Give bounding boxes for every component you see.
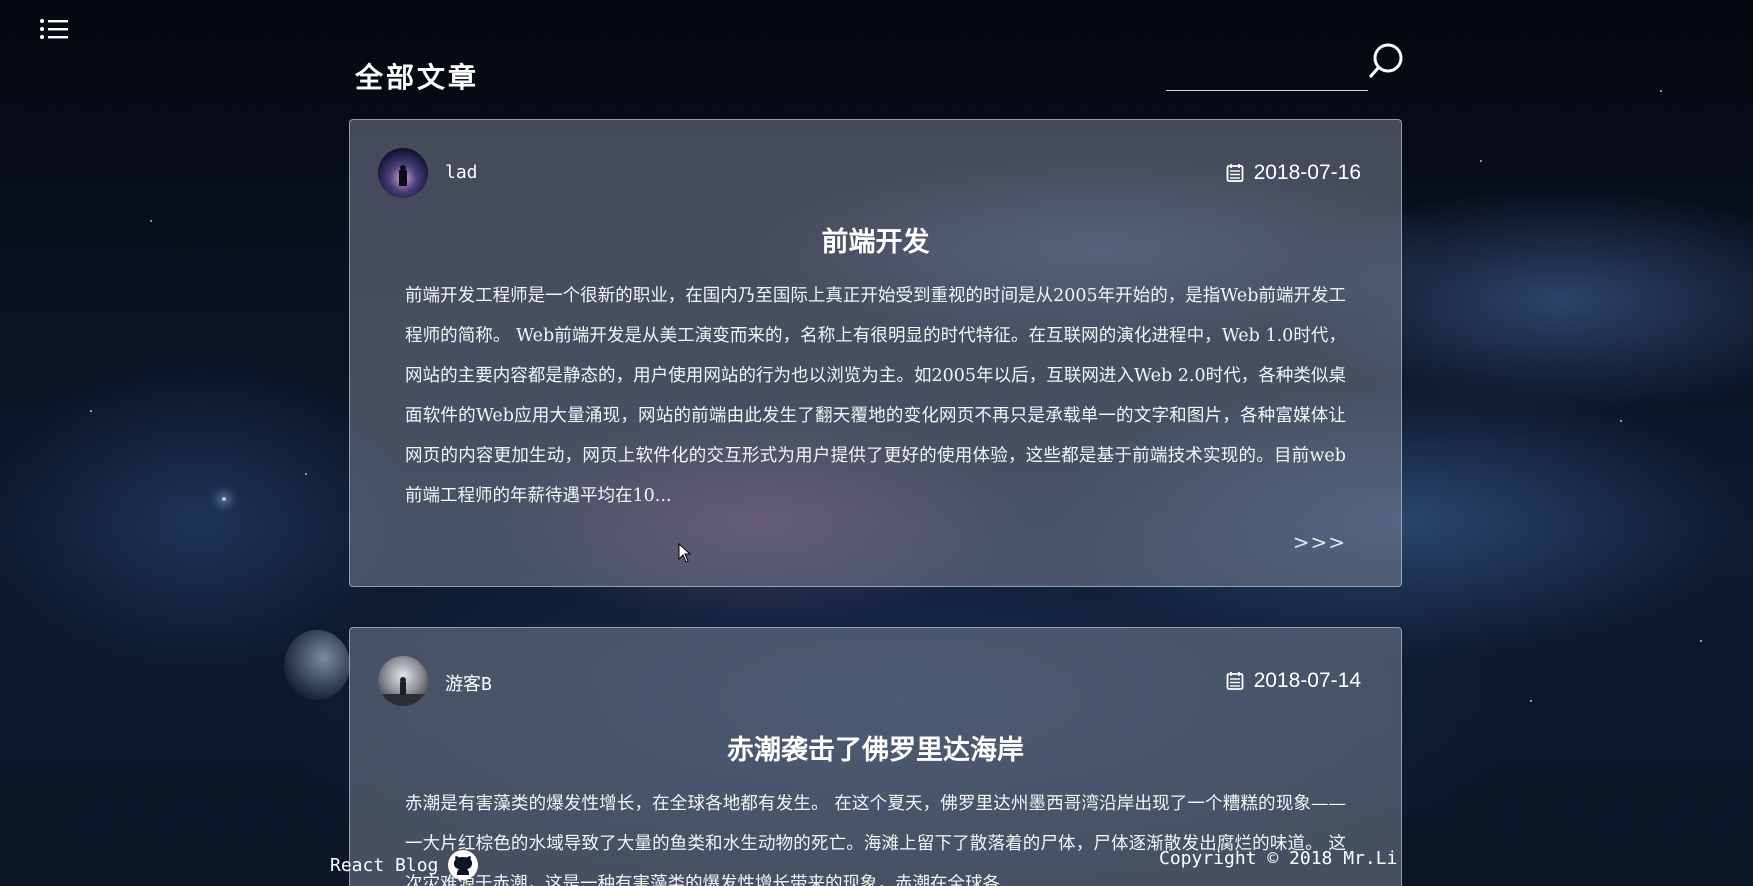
footer-brand-text: React Blog [330, 854, 439, 876]
footer-brand: React Blog [330, 848, 480, 882]
post-date: 2018-07-16 [1226, 161, 1361, 185]
author-name[interactable]: lad [445, 162, 478, 183]
menu-button[interactable] [38, 17, 70, 43]
calendar-icon [1226, 164, 1243, 182]
post-card[interactable]: lad 2018-07-16 前端开发 前端开发工程师是一个很新的职业，在国内乃… [349, 119, 1402, 587]
post-date-text: 2018-07-16 [1253, 161, 1361, 184]
page-title: 全部文章 [355, 61, 480, 94]
post-excerpt: 赤潮是有害藻类的爆发性增长，在全球各地都有发生。 在这个夏天，佛罗里达州墨西哥湾… [405, 794, 1346, 886]
search-bar [1166, 42, 1406, 92]
search-button[interactable] [1366, 42, 1406, 82]
post-date-text: 2018-07-14 [1253, 669, 1361, 692]
read-more-link[interactable]: >>> [1293, 530, 1346, 554]
list-menu-icon [40, 19, 68, 39]
post-title[interactable]: 前端开发 [350, 220, 1401, 259]
search-input[interactable] [1166, 62, 1368, 91]
search-icon [1369, 43, 1403, 78]
avatar-image [378, 656, 428, 706]
avatar-image [378, 148, 428, 198]
planet-decoration [284, 630, 350, 700]
copyright: Copyright © 2018 Mr.Li [1159, 848, 1398, 869]
github-icon[interactable] [446, 848, 480, 882]
mouse-cursor-icon [678, 543, 692, 563]
calendar-icon [1226, 672, 1243, 690]
post-excerpt: 前端开发工程师是一个很新的职业，在国内乃至国际上真正开始受到重视的时间是从200… [405, 286, 1346, 506]
avatar[interactable] [378, 656, 428, 706]
post-date: 2018-07-14 [1226, 669, 1361, 693]
author-name[interactable]: 游客B [445, 670, 492, 696]
avatar[interactable] [378, 148, 428, 198]
post-title[interactable]: 赤潮袭击了佛罗里达海岸 [350, 728, 1401, 767]
